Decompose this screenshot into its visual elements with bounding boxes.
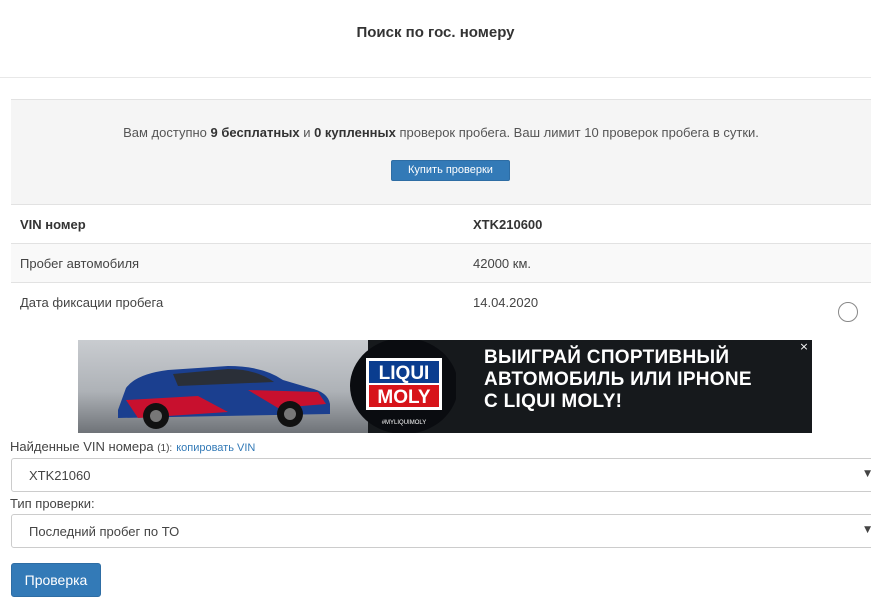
info-label: VIN номер: [20, 217, 86, 232]
ad-car-image: [118, 366, 330, 429]
check-type-select-value: Последний пробег по ТО: [29, 524, 180, 539]
check-type-select[interactable]: Последний пробег по ТО ▼: [11, 514, 871, 548]
close-icon[interactable]: ×: [798, 341, 810, 353]
copy-vin-link[interactable]: копировать VIN: [176, 442, 255, 454]
info-value: 14.04.2020: [473, 295, 539, 310]
chevron-down-icon: ▼: [864, 525, 871, 535]
info-row-date: Дата фиксации пробега 14.04.2020: [11, 283, 871, 322]
svg-text:MOLY: MOLY: [377, 387, 430, 408]
free-checks-count: 9 бесплатных: [210, 125, 300, 140]
svg-text:#MYLIQUIMOLY: #MYLIQUIMOLY: [382, 420, 427, 426]
radio-button[interactable]: [838, 302, 858, 322]
vin-found-label: Найденные VIN номера (1): копировать VIN: [10, 439, 256, 454]
info-label: Пробег автомобиля: [20, 256, 140, 271]
info-value: XTK210600: [473, 217, 543, 232]
info-value: 42000 км.: [473, 256, 531, 271]
chevron-down-icon: ▼: [864, 469, 871, 479]
vin-select-value: XTK21060: [29, 468, 91, 483]
check-button[interactable]: Проверка: [11, 563, 101, 597]
info-row-vin: VIN номер XTK210600: [11, 205, 871, 244]
mileage-panel: Вам доступно 9 бесплатных и 0 купленных …: [11, 99, 871, 322]
ad-headline: ВЫИГРАЙ СПОРТИВНЫЙ АВТОМОБИЛЬ ИЛИ IPHONE…: [484, 347, 752, 412]
info-label: Дата фиксации пробега: [20, 295, 164, 310]
check-type-label: Тип проверки:: [10, 496, 95, 511]
limit-notice: Вам доступно 9 бесплатных и 0 купленных …: [11, 100, 871, 205]
bought-checks-count: 0 купленных: [314, 125, 396, 140]
buy-checks-button[interactable]: Купить проверки: [391, 160, 510, 181]
svg-text:LIQUI: LIQUI: [379, 363, 430, 384]
vin-select[interactable]: XTK21060 ▼: [11, 458, 871, 492]
page-header: Поиск по гос. номеру: [0, 0, 871, 78]
ad-banner[interactable]: LIQUI MOLY #MYLIQUIMOLY ВЫИГРАЙ СПОРТИВН…: [78, 340, 812, 433]
liqui-moly-logo: LIQUI MOLY #MYLIQUIMOLY: [350, 340, 456, 433]
info-row-mileage: Пробег автомобиля 42000 км.: [11, 244, 871, 283]
page-title: Поиск по гос. номеру: [356, 24, 515, 41]
limit-notice-text: Вам доступно 9 бесплатных и 0 купленных …: [123, 125, 759, 140]
